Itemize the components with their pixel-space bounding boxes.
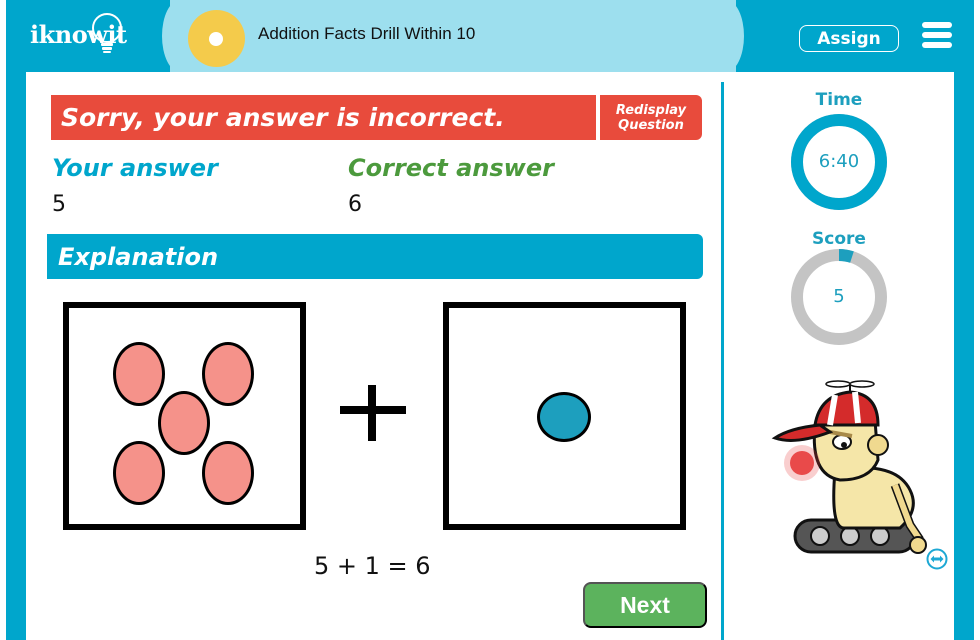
swap-horizontal-icon[interactable]	[926, 548, 948, 570]
your-answer-label: Your answer	[52, 154, 218, 182]
pink-counter	[158, 391, 210, 455]
equation-text: 5 + 1 = 6	[314, 552, 431, 580]
pink-counter	[113, 342, 165, 406]
redisplay-question-button[interactable]: Redisplay Question	[600, 95, 702, 140]
redisplay-label-line2: Question	[618, 117, 684, 133]
time-label: Time	[815, 90, 863, 110]
redisplay-label-line1: Redisplay	[615, 102, 687, 118]
next-button[interactable]: Next	[583, 582, 707, 628]
score-label: Score	[812, 229, 866, 249]
pink-counter	[202, 342, 254, 406]
menu-line	[922, 42, 952, 48]
left-counter-box	[63, 302, 306, 530]
frame-right-border	[954, 0, 974, 640]
menu-line	[922, 22, 952, 28]
score-value: 5	[833, 286, 845, 307]
correct-answer-label: Correct answer	[348, 154, 554, 182]
incorrect-message: Sorry, your answer is incorrect.	[51, 95, 596, 140]
iknowit-logo[interactable]: iknowit	[30, 12, 127, 56]
sidebar-divider	[721, 82, 724, 640]
activity-icon-center	[209, 32, 223, 46]
lightbulb-icon	[92, 13, 122, 53]
explanation-header: Explanation	[47, 234, 703, 279]
plus-sign-icon	[340, 385, 406, 441]
plus-vertical	[368, 385, 376, 441]
robot-mascot	[771, 380, 927, 554]
menu-line	[922, 32, 952, 38]
pink-counter	[113, 441, 165, 505]
time-value: 6:40	[818, 151, 860, 172]
robot-cap	[813, 390, 880, 427]
pink-counter	[202, 441, 254, 505]
activity-title: Addition Facts Drill Within 10	[258, 24, 476, 43]
assign-button[interactable]: Assign	[799, 25, 899, 52]
blue-counter	[537, 392, 591, 442]
correct-answer-value: 6	[348, 192, 362, 217]
activity-icon	[188, 10, 245, 67]
right-counter-box	[443, 302, 686, 530]
frame-left-border	[6, 0, 26, 640]
hamburger-menu-icon[interactable]	[922, 22, 954, 48]
your-answer-value: 5	[52, 192, 66, 217]
